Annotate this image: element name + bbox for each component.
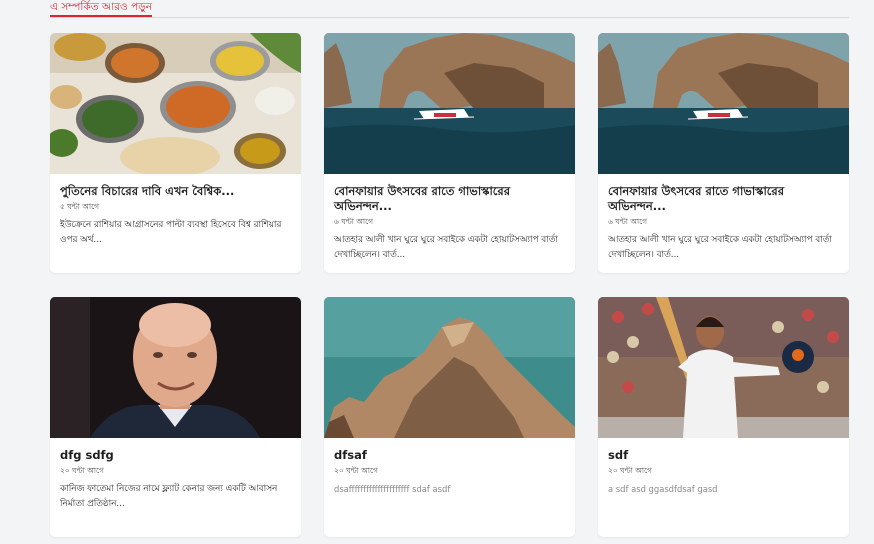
article-card[interactable]: বোনফায়ার উৎসবের রাতে গাভাস্কারের অভিনন্… <box>598 33 849 273</box>
article-time: ৫ ঘন্টা আগে <box>60 202 100 211</box>
section-heading: এ সম্পর্কিত আরও পড়ুন <box>50 0 152 17</box>
article-excerpt: ইউক্রেনে রাশিয়ার আগ্রাসনের পাল্টা ব্যবস… <box>60 220 282 245</box>
article-excerpt: আতহার আলী খান ঘুরে ঘুরে সবাইকে একটা হোয়… <box>334 235 558 260</box>
article-title[interactable]: পুতিনের বিচারের দাবি এখন বৈশ্বিক... <box>60 184 291 199</box>
article-excerpt: আতহার আলী খান ঘুরে ঘুরে সবাইকে একটা হোয়… <box>608 235 832 260</box>
article-excerpt: কানিজ ফাতেমা নিজের নামে ফ্ল্যাট কেনার জন… <box>60 484 278 509</box>
cricketer-image <box>598 297 849 438</box>
article-thumbnail-cliff[interactable] <box>324 297 575 438</box>
related-section-header: এ সম্পর্কিত আরও পড়ুন <box>50 0 849 18</box>
article-time: ২০ ঘন্টা আগে <box>608 466 652 475</box>
article-time: ৬ ঘন্টা আগে <box>608 217 648 226</box>
article-card[interactable]: dfg sdfg ২০ ঘন্টা আগে কানিজ ফাতেমা নিজের… <box>50 297 301 537</box>
article-card[interactable]: পুতিনের বিচারের দাবি এখন বৈশ্বিক... ৫ ঘন… <box>50 33 301 273</box>
rocky-cliff-image <box>324 297 575 438</box>
article-card[interactable]: dfsaf ২০ ঘন্টা আগে dsaffffffffffffffffff… <box>324 297 575 537</box>
article-card[interactable]: sdf ২০ ঘন্টা আগে a sdf asd ggasdfdsaf ga… <box>598 297 849 537</box>
article-excerpt: dsafffffffffffffffffffff sdaf asdf <box>334 484 451 494</box>
food-platter-image <box>50 33 301 174</box>
sea-arch-image <box>598 33 849 174</box>
article-thumbnail-cricketer[interactable] <box>598 297 849 438</box>
article-thumbnail-food[interactable] <box>50 33 301 174</box>
article-title[interactable]: dfsaf <box>334 448 565 463</box>
article-time: ২০ ঘন্টা আগে <box>334 466 378 475</box>
article-time: ২০ ঘন্টা আগে <box>60 466 104 475</box>
portrait-man-image <box>50 297 301 438</box>
article-thumbnail-sea-arch[interactable] <box>598 33 849 174</box>
article-time: ৬ ঘন্টা আগে <box>334 217 374 226</box>
article-title[interactable]: বোনফায়ার উৎসবের রাতে গাভাস্কারের অভিনন্… <box>608 184 839 214</box>
article-title[interactable]: sdf <box>608 448 839 463</box>
sea-arch-image <box>324 33 575 174</box>
article-thumbnail-sea-arch[interactable] <box>324 33 575 174</box>
article-title[interactable]: বোনফায়ার উৎসবের রাতে গাভাস্কারের অভিনন্… <box>334 184 565 214</box>
article-thumbnail-portrait[interactable] <box>50 297 301 438</box>
article-excerpt: a sdf asd ggasdfdsaf gasd <box>608 484 718 494</box>
article-card[interactable]: বোনফায়ার উৎসবের রাতে গাভাস্কারের অভিনন্… <box>324 33 575 273</box>
article-title[interactable]: dfg sdfg <box>60 448 291 463</box>
